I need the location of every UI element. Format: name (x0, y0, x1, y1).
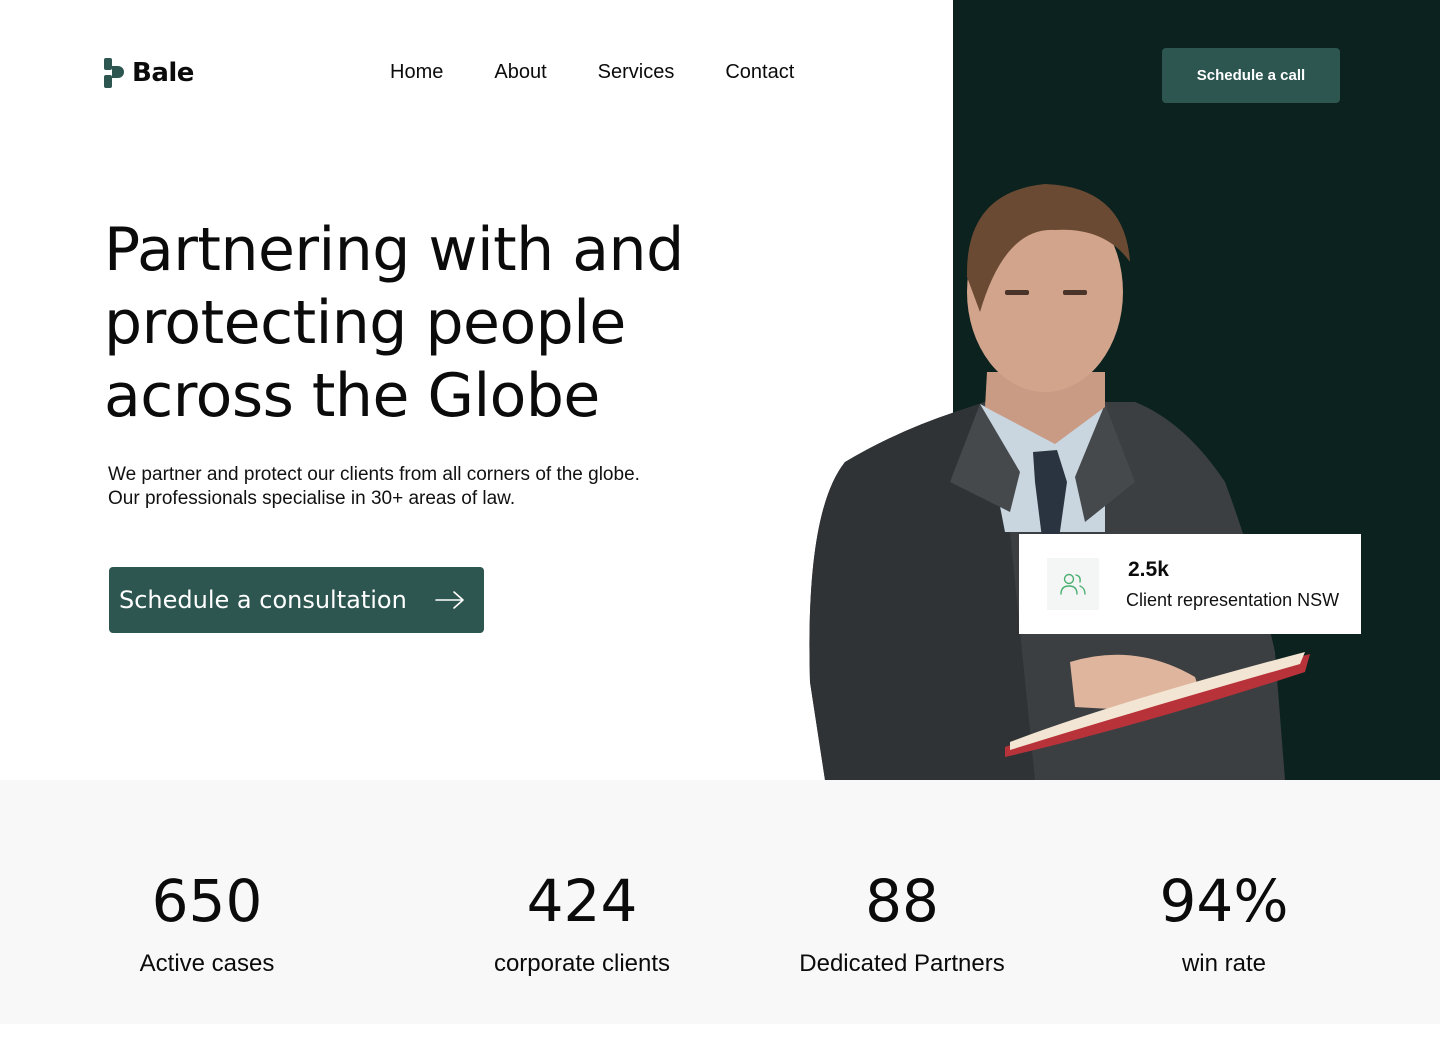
stat-label: win rate (1181, 950, 1267, 977)
schedule-consultation-button[interactable]: Schedule a consultation (109, 567, 484, 633)
nav-contact[interactable]: Contact (725, 60, 794, 84)
logo-icon (104, 58, 124, 88)
stat-dedicated-partners: 88 Dedicated Partners (777, 866, 1027, 978)
stat-card-label: Client representation NSW (1126, 590, 1340, 610)
consultation-button-label: Schedule a consultation (119, 586, 407, 614)
arrow-right-icon (435, 591, 464, 609)
schedule-call-button[interactable]: Schedule a call (1162, 48, 1340, 103)
stat-value: 424 (526, 867, 638, 935)
hero-subtitle: We partner and protect our clients from … (108, 464, 640, 509)
stat-value: 94% (1159, 867, 1289, 935)
stat-label: Active cases (139, 950, 275, 977)
stat-label: Dedicated Partners (799, 950, 1005, 977)
stats-section: 650 Active cases 424 corporate clients 8… (0, 780, 1440, 1024)
hero-title: Partnering with and protecting people ac… (104, 215, 684, 431)
stat-label: corporate clients (493, 950, 671, 977)
users-icon-container (1047, 558, 1099, 610)
logo[interactable]: Bale (104, 58, 194, 88)
stat-value: 88 (865, 867, 939, 935)
logo-text: Bale (132, 58, 194, 88)
nav-services[interactable]: Services (598, 60, 675, 84)
stat-win-rate: 94% win rate (1124, 866, 1324, 978)
client-stat-card: 2.5k Client representation NSW (1019, 534, 1361, 634)
lawyer-portrait-image (809, 184, 1310, 780)
stat-corporate-clients: 424 corporate clients (457, 866, 707, 978)
main-nav: Home About Services Contact (390, 60, 794, 84)
nav-about[interactable]: About (494, 60, 546, 84)
stat-value: 650 (151, 867, 263, 935)
stat-card-value: 2.5k (1128, 558, 1169, 581)
stat-active-cases: 650 Active cases (107, 866, 307, 978)
nav-home[interactable]: Home (390, 60, 443, 84)
users-icon (1060, 573, 1086, 595)
